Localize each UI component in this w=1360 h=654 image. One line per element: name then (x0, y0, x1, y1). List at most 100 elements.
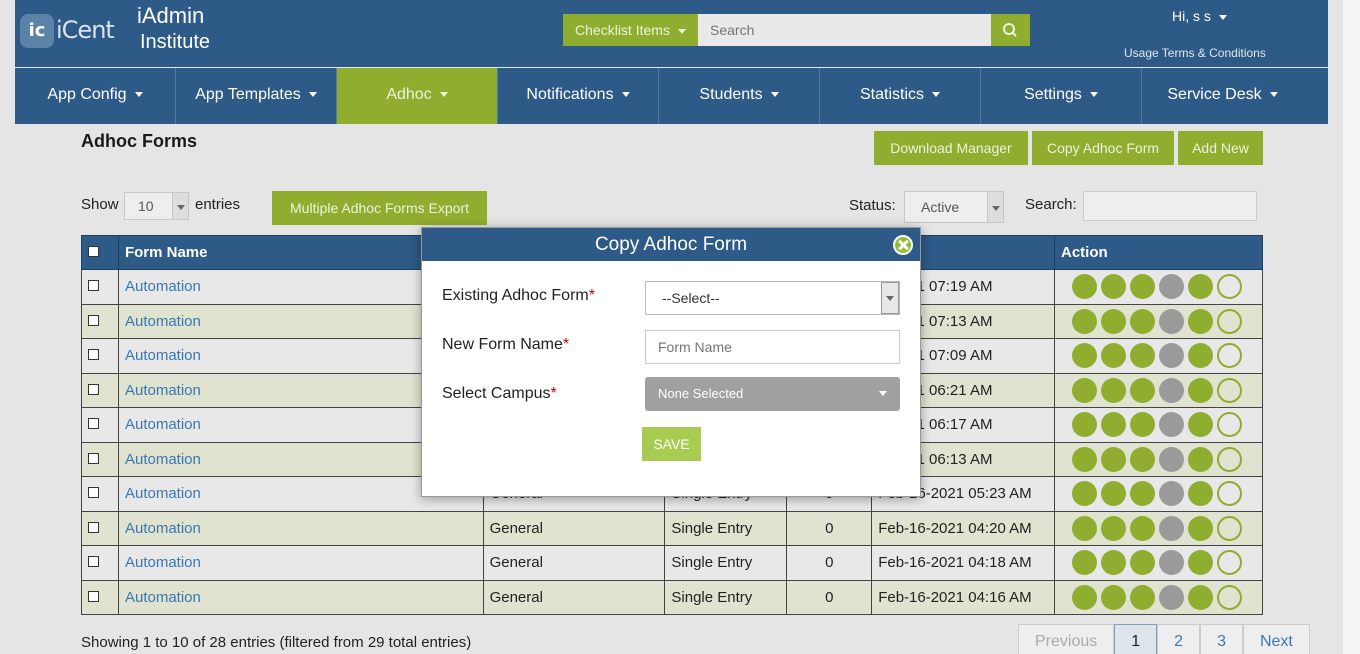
save-button[interactable]: SAVE (642, 427, 701, 461)
more-icon[interactable] (1187, 550, 1213, 576)
edit-icon[interactable] (1100, 412, 1126, 438)
approve-icon[interactable] (1216, 274, 1242, 300)
row-checkbox[interactable] (88, 521, 99, 533)
approve-icon[interactable] (1216, 584, 1242, 610)
view-icon[interactable] (1071, 550, 1097, 576)
new-form-name-input[interactable] (645, 330, 900, 364)
page-scrollbar[interactable] (1343, 0, 1360, 654)
table-search-input[interactable] (1083, 191, 1257, 221)
form-name-link[interactable]: Automation (125, 589, 201, 606)
row-checkbox[interactable] (88, 280, 99, 292)
approve-icon[interactable] (1216, 550, 1242, 576)
edit-icon[interactable] (1100, 446, 1126, 472)
nav-app-templates[interactable]: App Templates (176, 68, 337, 124)
nav-settings[interactable]: Settings (981, 68, 1142, 124)
view-icon[interactable] (1071, 515, 1097, 541)
more-icon[interactable] (1187, 446, 1213, 472)
form-name-link[interactable]: Automation (125, 347, 201, 364)
row-checkbox[interactable] (88, 452, 99, 464)
global-search-input[interactable] (698, 14, 991, 46)
form-name-link[interactable]: Automation (125, 451, 201, 468)
chart-icon[interactable] (1158, 550, 1184, 576)
add-new-button[interactable]: Add New (1178, 131, 1263, 165)
select-all-header[interactable] (81, 235, 119, 270)
chart-icon[interactable] (1158, 584, 1184, 610)
edit-icon[interactable] (1100, 515, 1126, 541)
approve-icon[interactable] (1216, 515, 1242, 541)
user-menu[interactable]: Hi, s s (1172, 8, 1227, 24)
list-icon[interactable] (1129, 584, 1155, 610)
chart-icon[interactable] (1158, 377, 1184, 403)
select-all-checkbox[interactable] (88, 246, 99, 257)
chart-icon[interactable] (1158, 274, 1184, 300)
list-icon[interactable] (1129, 446, 1155, 472)
row-checkbox[interactable] (88, 487, 99, 499)
next-page-button[interactable]: Next (1242, 624, 1310, 654)
search-button[interactable] (991, 14, 1030, 46)
row-checkbox[interactable] (88, 349, 99, 361)
view-icon[interactable] (1071, 377, 1097, 403)
download-manager-button[interactable]: Download Manager (874, 131, 1028, 165)
page-3-button[interactable]: 3 (1200, 624, 1243, 654)
status-select[interactable]: Active (904, 191, 1004, 223)
edit-icon[interactable] (1100, 377, 1126, 403)
view-icon[interactable] (1071, 343, 1097, 369)
nav-service-desk[interactable]: Service Desk (1142, 68, 1303, 124)
approve-icon[interactable] (1216, 343, 1242, 369)
entries-per-page-select[interactable]: 10 (124, 192, 189, 220)
nav-app-config[interactable]: App Config (15, 68, 176, 124)
chart-icon[interactable] (1158, 481, 1184, 507)
edit-icon[interactable] (1100, 274, 1126, 300)
row-checkbox[interactable] (88, 383, 99, 395)
multiple-export-button[interactable]: Multiple Adhoc Forms Export (272, 191, 487, 225)
approve-icon[interactable] (1216, 308, 1242, 334)
more-icon[interactable] (1187, 343, 1213, 369)
form-name-link[interactable]: Automation (125, 554, 201, 571)
approve-icon[interactable] (1216, 412, 1242, 438)
view-icon[interactable] (1071, 274, 1097, 300)
row-checkbox[interactable] (88, 590, 99, 602)
row-checkbox[interactable] (88, 556, 99, 568)
view-icon[interactable] (1071, 308, 1097, 334)
form-name-link[interactable]: Automation (125, 520, 201, 537)
more-icon[interactable] (1187, 584, 1213, 610)
close-icon[interactable] (893, 235, 913, 255)
approve-icon[interactable] (1216, 481, 1242, 507)
form-name-link[interactable]: Automation (125, 416, 201, 433)
form-name-link[interactable]: Automation (125, 485, 201, 502)
nav-students[interactable]: Students (659, 68, 820, 124)
list-icon[interactable] (1129, 343, 1155, 369)
nav-adhoc[interactable]: Adhoc (337, 68, 498, 124)
more-icon[interactable] (1187, 308, 1213, 334)
more-icon[interactable] (1187, 481, 1213, 507)
more-icon[interactable] (1187, 515, 1213, 541)
existing-form-select[interactable]: --Select-- (645, 281, 900, 315)
chart-icon[interactable] (1158, 343, 1184, 369)
app-logo[interactable]: ic iCent (20, 14, 115, 48)
list-icon[interactable] (1129, 481, 1155, 507)
edit-icon[interactable] (1100, 481, 1126, 507)
row-checkbox[interactable] (88, 418, 99, 430)
view-icon[interactable] (1071, 446, 1097, 472)
chart-icon[interactable] (1158, 515, 1184, 541)
view-icon[interactable] (1071, 584, 1097, 610)
form-name-link[interactable]: Automation (125, 382, 201, 399)
list-icon[interactable] (1129, 308, 1155, 334)
chart-icon[interactable] (1158, 412, 1184, 438)
view-icon[interactable] (1071, 412, 1097, 438)
edit-icon[interactable] (1100, 308, 1126, 334)
usage-terms-link[interactable]: Usage Terms & Conditions (1124, 46, 1266, 60)
form-name-link[interactable]: Automation (125, 278, 201, 295)
page-2-button[interactable]: 2 (1157, 624, 1201, 654)
more-icon[interactable] (1187, 412, 1213, 438)
nav-statistics[interactable]: Statistics (820, 68, 981, 124)
chart-icon[interactable] (1158, 446, 1184, 472)
approve-icon[interactable] (1216, 446, 1242, 472)
campus-multiselect[interactable]: None Selected (645, 377, 900, 411)
chart-icon[interactable] (1158, 308, 1184, 334)
approve-icon[interactable] (1216, 377, 1242, 403)
form-name-link[interactable]: Automation (125, 313, 201, 330)
list-icon[interactable] (1129, 274, 1155, 300)
list-icon[interactable] (1129, 377, 1155, 403)
row-checkbox[interactable] (88, 314, 99, 326)
